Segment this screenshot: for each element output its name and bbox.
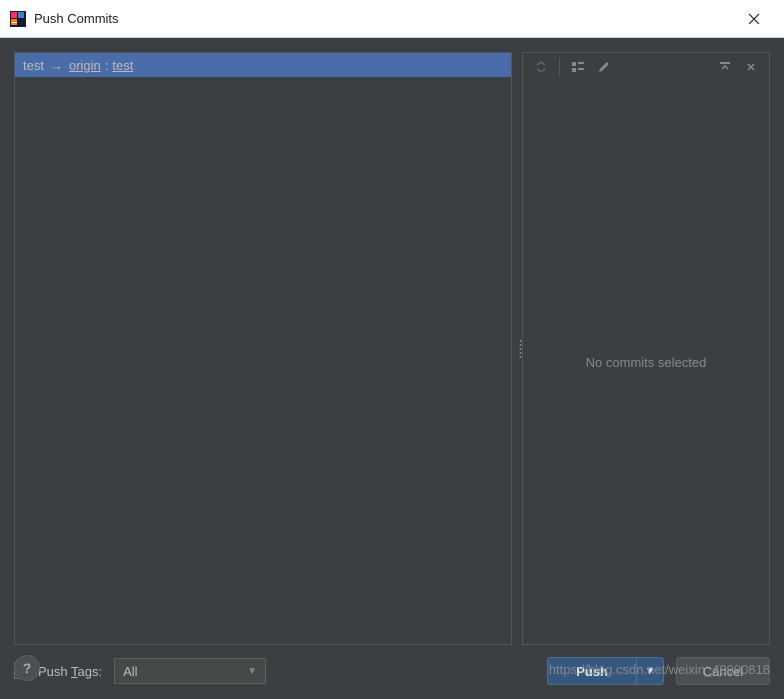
expand-icon[interactable] [739, 55, 763, 79]
button-row: Push ▼ Cancel [547, 657, 770, 685]
branch-spec[interactable]: test → origin : test [15, 53, 511, 77]
push-tags-dropdown[interactable]: All ▼ [114, 658, 266, 684]
cancel-button-label: Cancel [703, 664, 743, 679]
toolbar-separator [559, 58, 560, 76]
push-dropdown-caret[interactable]: ▼ [637, 666, 663, 677]
local-branch: test [23, 58, 44, 73]
group-by-icon[interactable] [566, 55, 590, 79]
details-panel: No commits selected [522, 52, 770, 645]
push-tags-label: Push Tags: [38, 664, 102, 679]
titlebar: Push Commits [0, 0, 784, 38]
help-button[interactable]: ? [14, 655, 40, 681]
commits-panel: test → origin : test [14, 52, 512, 645]
remote-name[interactable]: origin [69, 58, 101, 73]
edit-icon[interactable] [592, 55, 616, 79]
remote-branch[interactable]: test [112, 58, 133, 73]
details-empty-text: No commits selected [523, 81, 769, 644]
push-button-label: Push [548, 658, 637, 684]
expand-all-icon[interactable] [529, 55, 553, 79]
cancel-button[interactable]: Cancel [676, 657, 770, 685]
collapse-icon[interactable] [713, 55, 737, 79]
commits-list[interactable] [15, 77, 511, 644]
details-toolbar [523, 53, 769, 81]
intellij-icon [10, 11, 26, 27]
dialog-title: Push Commits [34, 11, 734, 26]
colon: : [105, 58, 109, 73]
push-button[interactable]: Push ▼ [547, 657, 664, 685]
chevron-down-icon: ▼ [247, 666, 257, 677]
close-button[interactable] [734, 4, 774, 34]
dialog-body: test → origin : test [0, 38, 784, 699]
dropdown-value: All [123, 664, 137, 679]
content-row: test → origin : test [14, 52, 770, 645]
arrow-icon: → [50, 58, 63, 73]
